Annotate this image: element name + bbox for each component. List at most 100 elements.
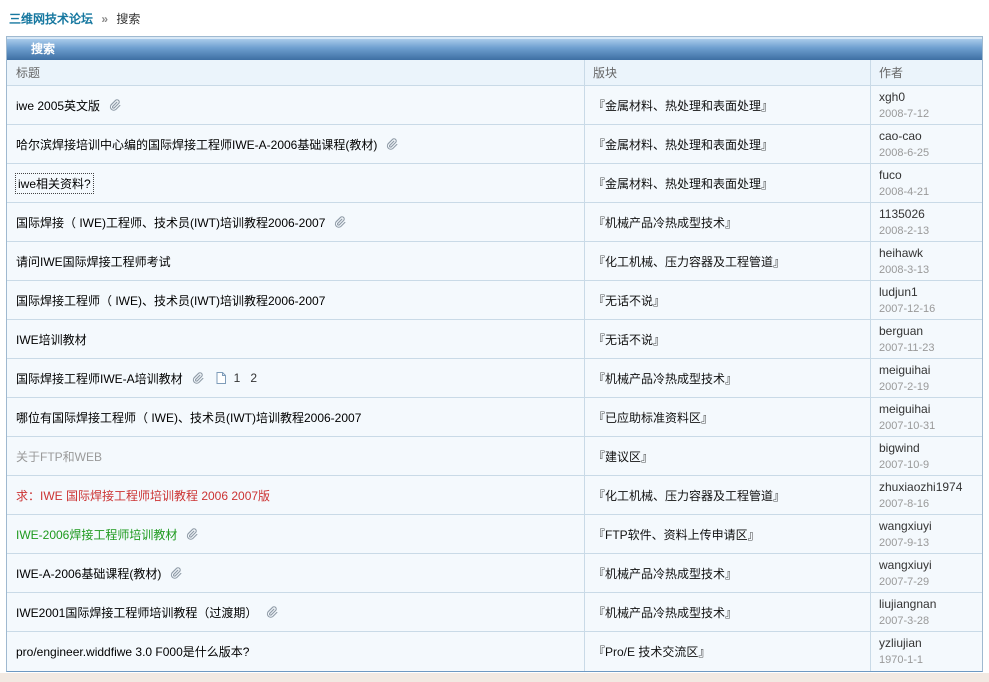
author-link[interactable]: fuco	[879, 168, 982, 183]
title-cell: 关于FTP和WEB	[7, 437, 585, 475]
author-cell: berguan 2007-11-23	[871, 320, 982, 358]
thread-title-link[interactable]: iwe相关资料?	[15, 172, 94, 194]
forum-link[interactable]: 『已应助标准资料区』	[593, 409, 713, 426]
forum-cell: 『机械产品冷热成型技术』	[585, 593, 871, 631]
forum-link[interactable]: 『建议区』	[593, 448, 653, 465]
author-link[interactable]: meiguihai	[879, 363, 982, 378]
table-row: IWE-2006焊接工程师培训教材 『FTP软件、资料上传申请区』 wangxi…	[7, 515, 982, 554]
column-header-author: 作者	[879, 66, 904, 80]
table-row: IWE培训教材 『无话不说』 berguan 2007-11-23	[7, 320, 982, 359]
table-header-row: 标题 版块 作者	[7, 60, 982, 86]
post-date: 2007-9-13	[879, 537, 930, 549]
author-cell: fuco 2008-4-21	[871, 164, 982, 202]
title-cell: 国际焊接工程师（ IWE)、技术员(IWT)培训教程2006-2007	[7, 281, 585, 319]
search-results-panel: 搜索 标题 版块 作者 iwe 2005英文版 『金属材料、热处理和表面处理』 …	[6, 36, 983, 672]
forum-cell: 『机械产品冷热成型技术』	[585, 203, 871, 241]
forum-link[interactable]: 『化工机械、压力容器及工程管道』	[593, 253, 785, 270]
forum-link[interactable]: 『化工机械、压力容器及工程管道』	[593, 487, 785, 504]
post-date: 2008-3-13	[879, 264, 930, 276]
thread-title-link[interactable]: pro/engineer.widdfiwe 3.0 F000是什么版本?	[16, 643, 249, 660]
author-cell: heihawk 2008-3-13	[871, 242, 982, 280]
forum-link[interactable]: 『FTP软件、资料上传申请区』	[593, 526, 760, 543]
title-cell: 哪位有国际焊接工程师（ IWE)、技术员(IWT)培训教程2006-2007	[7, 398, 585, 436]
author-link[interactable]: bigwind	[879, 441, 982, 456]
author-cell: meiguihai 2007-10-31	[871, 398, 982, 436]
author-cell: meiguihai 2007-2-19	[871, 359, 982, 397]
thread-title-link[interactable]: iwe 2005英文版	[16, 97, 100, 114]
thread-title-link[interactable]: 请问IWE国际焊接工程师考试	[16, 253, 171, 270]
author-link[interactable]: heihawk	[879, 246, 982, 261]
thread-title-link[interactable]: IWE-A-2006基础课程(教材)	[16, 565, 161, 582]
author-link[interactable]: wangxiuyi	[879, 558, 982, 573]
thread-title-link[interactable]: 关于FTP和WEB	[16, 448, 102, 465]
thread-title-link[interactable]: 哪位有国际焊接工程师（ IWE)、技术员(IWT)培训教程2006-2007	[16, 409, 361, 426]
table-row: 国际焊接（ IWE)工程师、技术员(IWT)培训教程2006-2007 『机械产…	[7, 203, 982, 242]
thread-title-link[interactable]: IWE培训教材	[16, 331, 87, 348]
forum-link[interactable]: 『机械产品冷热成型技术』	[593, 604, 737, 621]
table-row: iwe相关资料? 『金属材料、热处理和表面处理』 fuco 2008-4-21	[7, 164, 982, 203]
forum-link[interactable]: 『无话不说』	[593, 292, 665, 309]
table-row: 请问IWE国际焊接工程师考试 『化工机械、压力容器及工程管道』 heihawk …	[7, 242, 982, 281]
table-row: pro/engineer.widdfiwe 3.0 F000是什么版本? 『Pr…	[7, 632, 982, 671]
breadcrumb: 三维网技术论坛 » 搜索	[0, 0, 989, 36]
forum-cell: 『机械产品冷热成型技术』	[585, 359, 871, 397]
table-row: 哪位有国际焊接工程师（ IWE)、技术员(IWT)培训教程2006-2007 『…	[7, 398, 982, 437]
title-cell: 国际焊接（ IWE)工程师、技术员(IWT)培训教程2006-2007	[7, 203, 585, 241]
forum-link[interactable]: 『金属材料、热处理和表面处理』	[593, 136, 773, 153]
page-link[interactable]: 1	[234, 371, 241, 385]
forum-link[interactable]: 『Pro/E 技术交流区』	[593, 643, 710, 660]
forum-search-page: 三维网技术论坛 » 搜索 搜索 标题 版块 作者 iwe 2005英文版 『金属…	[0, 0, 989, 682]
thread-title-link[interactable]: 哈尔滨焊接培训中心编的国际焊接工程师IWE-A-2006基础课程(教材)	[16, 136, 377, 153]
author-link[interactable]: 1135026	[879, 207, 982, 222]
forum-link[interactable]: 『机械产品冷热成型技术』	[593, 214, 737, 231]
page-link[interactable]: 2	[250, 371, 257, 385]
title-cell: 哈尔滨焊接培训中心编的国际焊接工程师IWE-A-2006基础课程(教材)	[7, 125, 585, 163]
author-link[interactable]: meiguihai	[879, 402, 982, 417]
post-date: 2008-7-12	[879, 108, 930, 120]
table-row: 哈尔滨焊接培训中心编的国际焊接工程师IWE-A-2006基础课程(教材) 『金属…	[7, 125, 982, 164]
author-link[interactable]: zhuxiaozhi1974	[879, 480, 982, 495]
multipage-icon	[216, 372, 226, 384]
author-link[interactable]: wangxiuyi	[879, 519, 982, 534]
forum-cell: 『化工机械、压力容器及工程管道』	[585, 242, 871, 280]
forum-link[interactable]: 『无话不说』	[593, 331, 665, 348]
forum-cell: 『化工机械、压力容器及工程管道』	[585, 476, 871, 514]
forum-cell: 『无话不说』	[585, 320, 871, 358]
author-link[interactable]: xgh0	[879, 90, 982, 105]
thread-title-link[interactable]: 国际焊接工程师IWE-A培训教材	[16, 370, 183, 387]
author-link[interactable]: ludjun1	[879, 285, 982, 300]
author-link[interactable]: liujiangnan	[879, 597, 982, 612]
attachment-icon	[107, 98, 121, 112]
post-date: 2007-7-29	[879, 576, 930, 588]
forum-link[interactable]: 『机械产品冷热成型技术』	[593, 370, 737, 387]
title-cell: IWE-A-2006基础课程(教材)	[7, 554, 585, 592]
post-date: 2007-10-31	[879, 420, 936, 432]
attachment-icon	[190, 371, 204, 385]
title-cell: iwe相关资料?	[7, 164, 585, 202]
thread-title-link[interactable]: 国际焊接（ IWE)工程师、技术员(IWT)培训教程2006-2007	[16, 214, 325, 231]
post-date: 2007-8-16	[879, 498, 930, 510]
attachment-icon	[168, 566, 182, 580]
author-link[interactable]: cao-cao	[879, 129, 982, 144]
attachment-icon	[332, 215, 346, 229]
thread-title-link[interactable]: 求：IWE 国际焊接工程师培训教程 2006 2007版	[16, 487, 270, 504]
author-link[interactable]: berguan	[879, 324, 982, 339]
table-row: 国际焊接工程师（ IWE)、技术员(IWT)培训教程2006-2007 『无话不…	[7, 281, 982, 320]
thread-title-link[interactable]: IWE2001国际焊接工程师培训教程（过渡期）	[16, 604, 257, 621]
forum-link[interactable]: 『金属材料、热处理和表面处理』	[593, 97, 773, 114]
title-cell: IWE2001国际焊接工程师培训教程（过渡期）	[7, 593, 585, 631]
author-cell: zhuxiaozhi1974 2007-8-16	[871, 476, 982, 514]
attachment-icon	[184, 527, 198, 541]
title-cell: pro/engineer.widdfiwe 3.0 F000是什么版本?	[7, 632, 585, 671]
thread-title-link[interactable]: IWE-2006焊接工程师培训教材	[16, 526, 177, 543]
forum-cell: 『机械产品冷热成型技术』	[585, 554, 871, 592]
thread-title-link[interactable]: 国际焊接工程师（ IWE)、技术员(IWT)培训教程2006-2007	[16, 292, 325, 309]
forum-link[interactable]: 『金属材料、热处理和表面处理』	[593, 175, 773, 192]
title-cell: IWE培训教材	[7, 320, 585, 358]
forum-link[interactable]: 『机械产品冷热成型技术』	[593, 565, 737, 582]
author-link[interactable]: yzliujian	[879, 636, 982, 651]
author-cell: ludjun1 2007-12-16	[871, 281, 982, 319]
breadcrumb-forum-link[interactable]: 三维网技术论坛	[9, 12, 93, 26]
multipage: 12	[216, 371, 267, 385]
forum-cell: 『已应助标准资料区』	[585, 398, 871, 436]
